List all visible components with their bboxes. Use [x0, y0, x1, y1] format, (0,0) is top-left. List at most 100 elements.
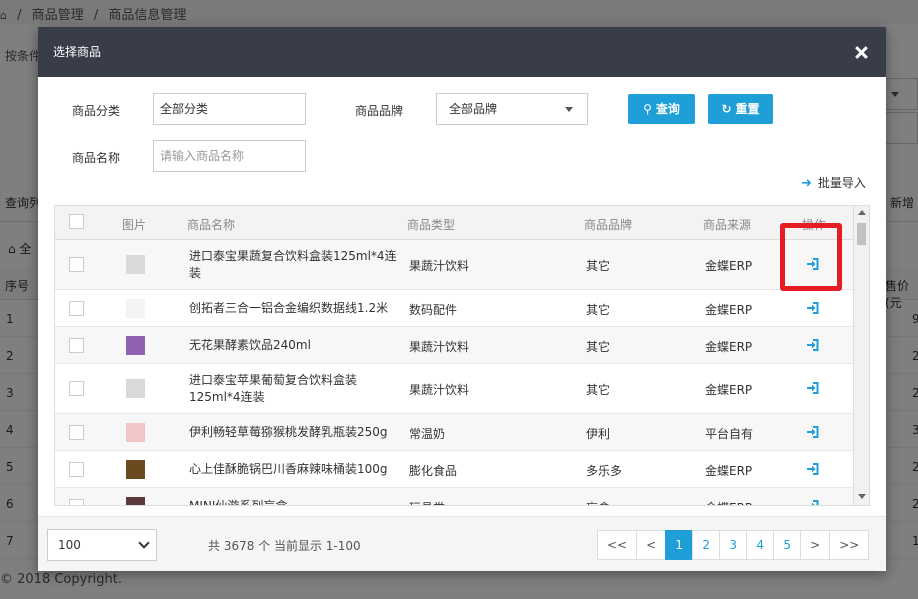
scrollbar-thumb[interactable]: [857, 223, 866, 245]
product-brand: 其它: [586, 303, 611, 317]
product-brand: 其它: [586, 383, 611, 397]
page-5-button[interactable]: 5: [773, 530, 802, 560]
product-name-input[interactable]: [153, 140, 306, 172]
modal-title: 选择商品: [53, 45, 102, 59]
page-size-select[interactable]: 100: [47, 529, 157, 561]
page-size-value: 100: [58, 538, 81, 552]
product-name: 进口泰宝果蔬复合饮料盒装125ml*4连装: [189, 249, 397, 280]
scroll-down-icon[interactable]: [858, 494, 866, 499]
import-icon[interactable]: [806, 425, 820, 439]
search-button[interactable]: ⚲ 查询: [628, 94, 695, 124]
product-type: 果蔬汁饮料: [409, 340, 470, 354]
table-scrollbar[interactable]: [854, 205, 870, 506]
last-page-button[interactable]: >>: [829, 530, 870, 560]
chevron-down-icon: [138, 537, 150, 549]
table-row[interactable]: 创拓者三合一铝合金编织数据线1.2米 数码配件 其它 金蝶ERP: [55, 290, 853, 327]
product-source: 平台自有: [705, 427, 754, 441]
page-2-button[interactable]: 2: [692, 530, 721, 560]
brand-label: 商品品牌: [355, 104, 404, 118]
search-icon: ⚲: [643, 102, 652, 116]
reset-button[interactable]: ↻ 重置: [708, 94, 773, 124]
row-checkbox[interactable]: [69, 425, 84, 440]
product-type: 膨化食品: [409, 464, 458, 478]
product-name-label: 商品名称: [72, 151, 121, 165]
table-row[interactable]: MINI仙游系列盲盒 玩具类 盲盒 金蝶ERP: [55, 488, 853, 506]
refresh-icon: ↻: [721, 102, 732, 116]
import-icon[interactable]: [806, 338, 820, 352]
product-type: 果蔬汁饮料: [409, 383, 470, 397]
product-name: 伊利畅轻草莓猕猴桃发酵乳瓶装250g: [189, 425, 388, 439]
product-name: 心上佳酥脆锅巴川香麻辣味桶装100g: [189, 462, 388, 476]
close-icon[interactable]: [853, 44, 871, 62]
batch-import-button[interactable]: ➜ 批量导入: [801, 174, 866, 191]
col-source: 商品来源: [703, 218, 752, 232]
col-brand: 商品品牌: [584, 218, 633, 232]
product-thumbnail: [126, 497, 145, 505]
product-table: 图片 商品名称 商品类型 商品品牌 商品来源 操作 进口泰宝果蔬复合饮料盒装12…: [54, 205, 854, 506]
product-name: MINI仙游系列盲盒: [189, 499, 288, 506]
reset-button-label: 重置: [735, 102, 760, 116]
pagination: << <1 2 3 4 5 > >>: [597, 530, 870, 560]
row-checkbox[interactable]: [69, 462, 84, 477]
product-brand: 伊利: [586, 427, 611, 441]
col-type: 商品类型: [407, 218, 456, 232]
row-checkbox[interactable]: [69, 381, 84, 396]
table-row[interactable]: 伊利畅轻草莓猕猴桃发酵乳瓶装250g 常温奶 伊利 平台自有: [55, 414, 853, 451]
product-thumbnail: [126, 460, 145, 479]
product-name: 进口泰宝苹果葡萄复合饮料盒装125ml*4连装: [189, 373, 358, 404]
import-icon[interactable]: [806, 381, 820, 395]
page-1-button[interactable]: 1: [665, 530, 694, 560]
caret-down-icon: [565, 107, 573, 112]
product-brand: 其它: [586, 340, 611, 354]
import-icon[interactable]: [806, 301, 820, 315]
brand-select-value: 全部品牌: [449, 102, 498, 116]
modal-header: 选择商品: [38, 27, 886, 77]
col-image: 图片: [122, 218, 147, 232]
product-name: 创拓者三合一铝合金编织数据线1.2米: [189, 301, 389, 315]
product-brand: 多乐多: [586, 464, 623, 478]
select-all-checkbox[interactable]: [69, 214, 84, 229]
row-checkbox[interactable]: [69, 338, 84, 353]
table-row[interactable]: 心上佳酥脆锅巴川香麻辣味桶装100g 膨化食品 多乐多 金蝶ERP: [55, 451, 853, 488]
category-field[interactable]: 全部分类: [153, 93, 306, 125]
product-source: 金蝶ERP: [705, 383, 753, 397]
product-source: 金蝶ERP: [705, 464, 753, 478]
next-page-button[interactable]: >: [800, 530, 831, 560]
import-icon[interactable]: [806, 499, 820, 505]
product-thumbnail: [126, 423, 145, 442]
scroll-up-icon[interactable]: [858, 210, 866, 215]
page-4-button[interactable]: 4: [746, 530, 775, 560]
row-checkbox[interactable]: [69, 257, 84, 272]
row-checkbox[interactable]: [69, 301, 84, 316]
table-row[interactable]: 无花果酵素饮品240ml 果蔬汁饮料 其它 金蝶ERP: [55, 327, 853, 364]
table-row[interactable]: 进口泰宝苹果葡萄复合饮料盒装125ml*4连装 果蔬汁饮料 其它 金蝶ERP: [55, 364, 853, 414]
pagination-info: 共 3678 个 当前显示 1-100: [208, 539, 361, 553]
modal-footer: 100 共 3678 个 当前显示 1-100 << <1 2 3 4 5 > >>: [38, 516, 886, 571]
product-source: 金蝶ERP: [705, 303, 753, 317]
product-thumbnail: [126, 299, 145, 318]
product-type: 常温奶: [409, 427, 446, 441]
prev-page-button[interactable]: <: [636, 530, 667, 560]
product-brand: 其它: [586, 259, 611, 273]
search-button-label: 查询: [655, 102, 680, 116]
first-page-button[interactable]: <<: [597, 530, 638, 560]
batch-import-label: 批量导入: [817, 176, 866, 190]
product-type: 玩具类: [409, 499, 445, 505]
page-3-button[interactable]: 3: [719, 530, 748, 560]
table-row[interactable]: 进口泰宝果蔬复合饮料盒装125ml*4连装 果蔬汁饮料 其它 金蝶ERP: [55, 240, 853, 290]
row-checkbox[interactable]: [69, 499, 84, 505]
product-source: 金蝶ERP: [705, 499, 752, 505]
sign-in-icon: ➜: [801, 176, 812, 191]
product-name: 无花果酵素饮品240ml: [189, 338, 311, 352]
brand-select[interactable]: 全部品牌: [436, 93, 588, 125]
product-thumbnail: [126, 255, 145, 274]
select-product-modal: 选择商品 商品分类 全部分类 商品品牌 全部品牌 ⚲查询 ↻重置 商品名称 ➜ 批…: [38, 27, 886, 571]
category-label: 商品分类: [72, 104, 121, 118]
product-source: 金蝶ERP: [705, 340, 753, 354]
product-thumbnail: [126, 379, 145, 398]
product-brand: 盲盒: [586, 499, 610, 505]
import-icon[interactable]: [806, 462, 820, 476]
product-thumbnail: [126, 336, 145, 355]
highlight-box: [780, 223, 842, 291]
product-type: 数码配件: [409, 303, 458, 317]
